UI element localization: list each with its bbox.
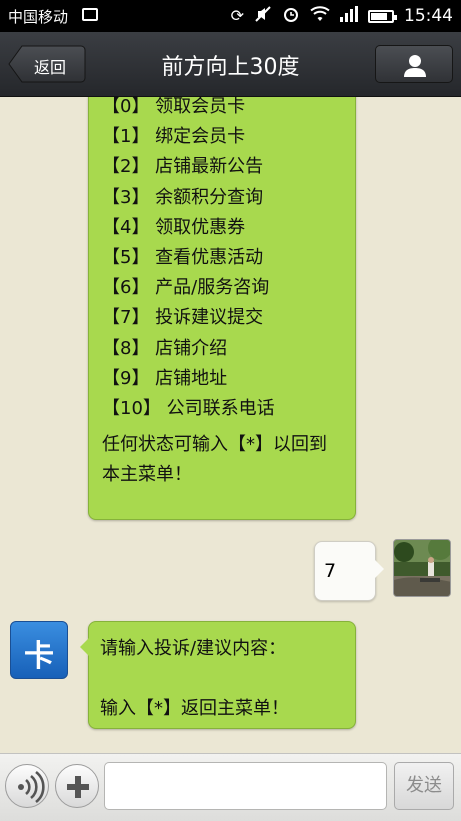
- title-bar: 返回 前方向上30度: [0, 32, 461, 97]
- status-bar: 中国移动 ⟳ 15:44: [0, 0, 461, 32]
- wifi-icon: [310, 6, 330, 26]
- mute-icon: [254, 5, 272, 27]
- voice-button[interactable]: [5, 764, 49, 808]
- person-icon: [404, 55, 426, 77]
- battery-icon: [368, 9, 397, 23]
- image-icon: [82, 8, 98, 21]
- menu-item-8: 【8】 店铺介绍: [102, 337, 228, 359]
- plus-icon: [67, 776, 89, 798]
- menu-item-6: 【6】 产品/服务咨询: [102, 277, 270, 299]
- menu-item-4: 【4】 领取优惠券: [102, 216, 246, 238]
- input-bar: 发送: [0, 753, 461, 821]
- menu-item-0: 【0】 领取会员卡: [102, 97, 246, 117]
- menu-item-9: 【9】 店铺地址: [102, 367, 228, 389]
- menu-item-7: 【7】 投诉建议提交: [102, 307, 264, 329]
- plus-button[interactable]: [55, 764, 99, 808]
- menu-item-1: 【1】 绑定会员卡: [102, 126, 246, 148]
- profile-button[interactable]: [375, 45, 453, 83]
- bot-reply-bubble: 请输入投诉/建议内容： 输入【*】返回主菜单！: [80, 621, 356, 729]
- alarm-icon: [282, 5, 300, 27]
- menu-message-bubble: 【0】 领取会员卡 【1】 绑定会员卡 【2】 店铺最新公告 【3】 余额积分查…: [88, 97, 356, 520]
- sync-icon: ⟳: [230, 6, 244, 25]
- menu-list: 【0】 领取会员卡 【1】 绑定会员卡 【2】 店铺最新公告 【3】 余额积分查…: [102, 97, 275, 424]
- menu-item-10: 【10】 公司联系电话: [102, 397, 275, 419]
- bot-avatar[interactable]: 卡: [10, 621, 68, 679]
- chat-area[interactable]: 【0】 领取会员卡 【1】 绑定会员卡 【2】 店铺最新公告 【3】 余额积分查…: [0, 97, 461, 753]
- clock: 15:44: [404, 6, 453, 26]
- send-button[interactable]: 发送: [394, 762, 454, 810]
- signal-icon: [340, 6, 358, 26]
- menu-note: 任何状态可输入【*】以回到本主菜单！: [102, 434, 327, 485]
- bot-reply-line1: 请输入投诉/建议内容：: [100, 638, 287, 659]
- user-message-text: 7: [324, 560, 337, 582]
- menu-item-2: 【2】 店铺最新公告: [102, 156, 264, 178]
- status-icons: ⟳ 15:44: [231, 5, 453, 27]
- menu-item-5: 【5】 查看优惠活动: [102, 246, 264, 268]
- menu-item-3: 【3】 余额积分查询: [102, 186, 264, 208]
- user-avatar[interactable]: [393, 539, 451, 597]
- user-message-bubble: 7: [314, 541, 384, 601]
- bot-avatar-text: 卡: [24, 639, 54, 674]
- carrier-name: 中国移动: [8, 8, 69, 26]
- bot-reply-line2: 输入【*】返回主菜单！: [100, 698, 289, 719]
- voice-icon: [18, 770, 45, 804]
- message-input[interactable]: [104, 762, 387, 810]
